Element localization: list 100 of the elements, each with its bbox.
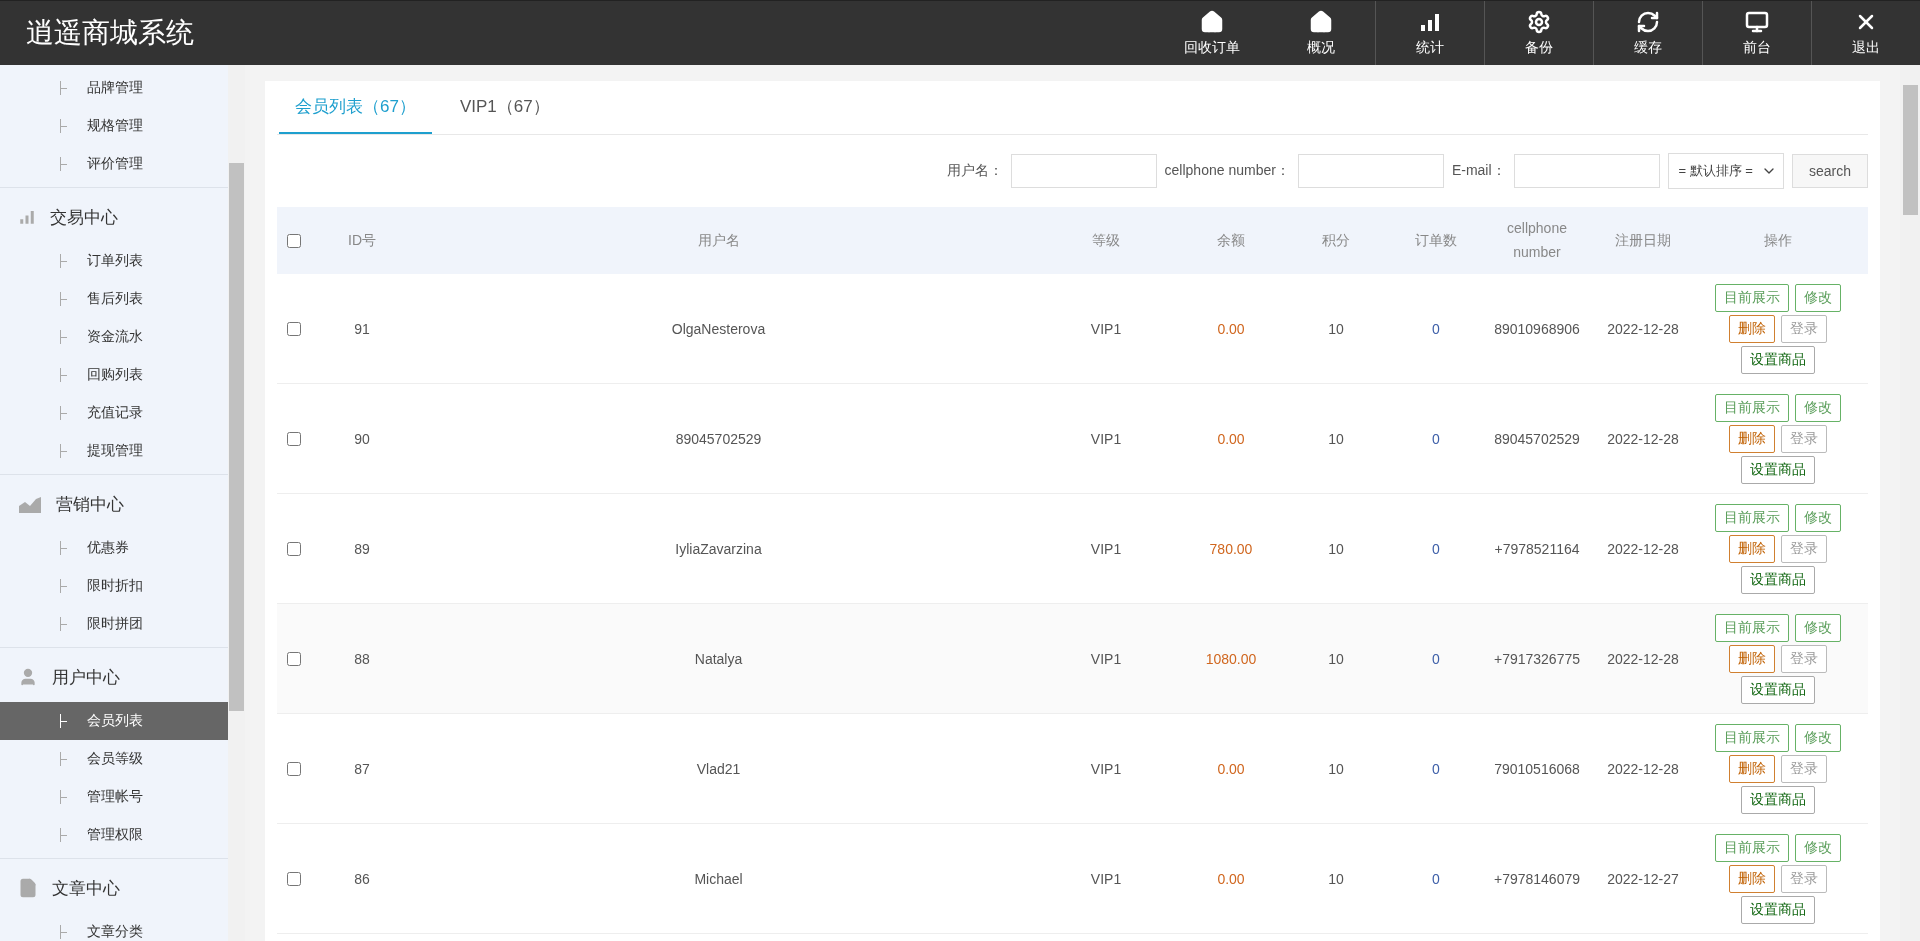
menu-item[interactable]: 管理帐号	[0, 778, 228, 816]
table-cell: 79010516068	[1494, 760, 1580, 777]
table-cell: 2022-12-28	[1607, 540, 1679, 557]
menu-item[interactable]: 优惠券	[0, 529, 228, 567]
action-button[interactable]: 设置商品	[1741, 345, 1815, 374]
search-button[interactable]: search	[1791, 154, 1868, 188]
field-label: 用户名：	[946, 162, 1003, 180]
tree-branch-icon	[60, 157, 69, 171]
menu-item[interactable]: 管理权限	[0, 816, 228, 854]
tree-branch-icon	[60, 368, 69, 382]
menu-item[interactable]: 提现管理	[0, 432, 228, 470]
checkbox[interactable]	[287, 541, 301, 556]
table-cell: 91	[354, 320, 370, 337]
input-field[interactable]	[1010, 154, 1157, 188]
table-cell: 89010968906	[1494, 320, 1580, 337]
checkbox[interactable]	[287, 431, 301, 446]
action-button[interactable]: 设置商品	[1741, 565, 1815, 594]
menu-item[interactable]: 文章分类	[0, 913, 228, 941]
action-button[interactable]: 删除	[1729, 644, 1775, 673]
action-button[interactable]: 删除	[1729, 864, 1775, 893]
table-cell: OlgaNesterova	[671, 320, 766, 337]
menu-item[interactable]: 充值记录	[0, 394, 228, 432]
table-cell: 10	[1328, 320, 1344, 337]
table-cell: 2022-12-27	[1607, 870, 1679, 887]
tree-branch-icon	[60, 541, 69, 555]
menu-item[interactable]: 限时拼团	[0, 605, 228, 643]
tab[interactable]: VIP1（67）	[443, 81, 566, 134]
menu-item[interactable]: 订单列表	[0, 242, 228, 280]
table-cell: 2022-12-28	[1607, 430, 1679, 447]
table-cell: 10	[1328, 650, 1344, 667]
menu-item[interactable]: 回购列表	[0, 356, 228, 394]
checkbox[interactable]	[287, 233, 301, 248]
menu-group-title[interactable]: 营销中心	[0, 479, 228, 529]
tree-branch-icon	[60, 714, 69, 728]
table-cell: 89045702529	[1494, 430, 1580, 447]
home-icon	[1200, 9, 1224, 34]
user-icon	[18, 667, 38, 687]
table-cell: VIP1	[1090, 430, 1122, 447]
table-cell: VIP1	[1090, 540, 1122, 557]
checkbox[interactable]	[287, 761, 301, 776]
menu-item[interactable]: 资金流水	[0, 318, 228, 356]
table-cell: 10	[1328, 760, 1344, 777]
table-cell: 2022-12-28	[1607, 320, 1679, 337]
table-cell: Vlad21	[696, 760, 741, 777]
group-label: 文章中心	[52, 877, 120, 900]
menu-item[interactable]: 售后列表	[0, 280, 228, 318]
table-cell: VIP1	[1090, 650, 1122, 667]
table-cell: 86	[354, 870, 370, 887]
column-header: 注册日期	[1615, 230, 1671, 250]
menu-item[interactable]: 会员等级	[0, 740, 228, 778]
menu-item[interactable]: 会员列表	[0, 702, 228, 740]
action-button[interactable]: 删除	[1729, 314, 1775, 343]
nav-button[interactable]: 统计	[1375, 1, 1484, 65]
sort-select[interactable]: = 默认排序 =	[1667, 153, 1784, 189]
action-button[interactable]: 删除	[1729, 534, 1775, 563]
column-header: cellphone number	[1506, 218, 1568, 262]
tree-branch-icon	[60, 925, 69, 939]
menu-group-title[interactable]: 交易中心	[0, 192, 228, 242]
menu-group-title[interactable]: 用户中心	[0, 652, 228, 702]
input-field[interactable]	[1513, 154, 1660, 188]
menu-item[interactable]: 品牌管理	[0, 69, 228, 107]
nav-button[interactable]: 前台	[1702, 1, 1811, 65]
table-cell: 2022-12-28	[1607, 650, 1679, 667]
action-button[interactable]: 设置商品	[1741, 675, 1815, 704]
nav-button[interactable]: 缓存	[1593, 1, 1702, 65]
tree-branch-icon	[60, 444, 69, 458]
table-cell: +7978146079	[1493, 870, 1580, 887]
input-field[interactable]	[1297, 154, 1444, 188]
refresh-icon	[1636, 9, 1660, 34]
table-cell: 0.00	[1217, 870, 1245, 887]
document-icon	[18, 878, 38, 898]
column-header: 等级	[1092, 230, 1120, 250]
tree-branch-icon	[60, 81, 69, 95]
menu-group-title[interactable]: 文章中心	[0, 863, 228, 913]
action-button[interactable]: 设置商品	[1741, 895, 1815, 924]
checkbox[interactable]	[287, 321, 301, 336]
menu-item[interactable]: 规格管理	[0, 107, 228, 145]
column-header: 操作	[1764, 230, 1792, 250]
action-button[interactable]: 删除	[1729, 424, 1775, 453]
checkbox[interactable]	[287, 871, 301, 886]
menu-item[interactable]: 评价管理	[0, 145, 228, 183]
checkbox[interactable]	[287, 651, 301, 666]
nav-button[interactable]: 概况	[1266, 1, 1375, 65]
tree-branch-icon	[60, 790, 69, 804]
tree-branch-icon	[60, 254, 69, 268]
nav-button[interactable]: 备份	[1484, 1, 1593, 65]
table-cell: IyliaZavarzina	[675, 540, 762, 557]
table-cell: 1080.00	[1205, 650, 1257, 667]
field-label: E-mail：	[1451, 162, 1506, 180]
action-button[interactable]: 设置商品	[1741, 785, 1815, 814]
table-cell: +7917326775	[1493, 650, 1580, 667]
nav-button[interactable]: 回收订单	[1157, 1, 1266, 65]
action-button[interactable]: 删除	[1729, 754, 1775, 783]
table-cell: 0	[1432, 430, 1440, 447]
action-button[interactable]: 设置商品	[1741, 455, 1815, 484]
tree-branch-icon	[60, 579, 69, 593]
column-header: 积分	[1322, 230, 1350, 250]
group-label: 用户中心	[52, 666, 120, 689]
menu-item[interactable]: 限时折扣	[0, 567, 228, 605]
table-cell: 0	[1432, 540, 1440, 557]
